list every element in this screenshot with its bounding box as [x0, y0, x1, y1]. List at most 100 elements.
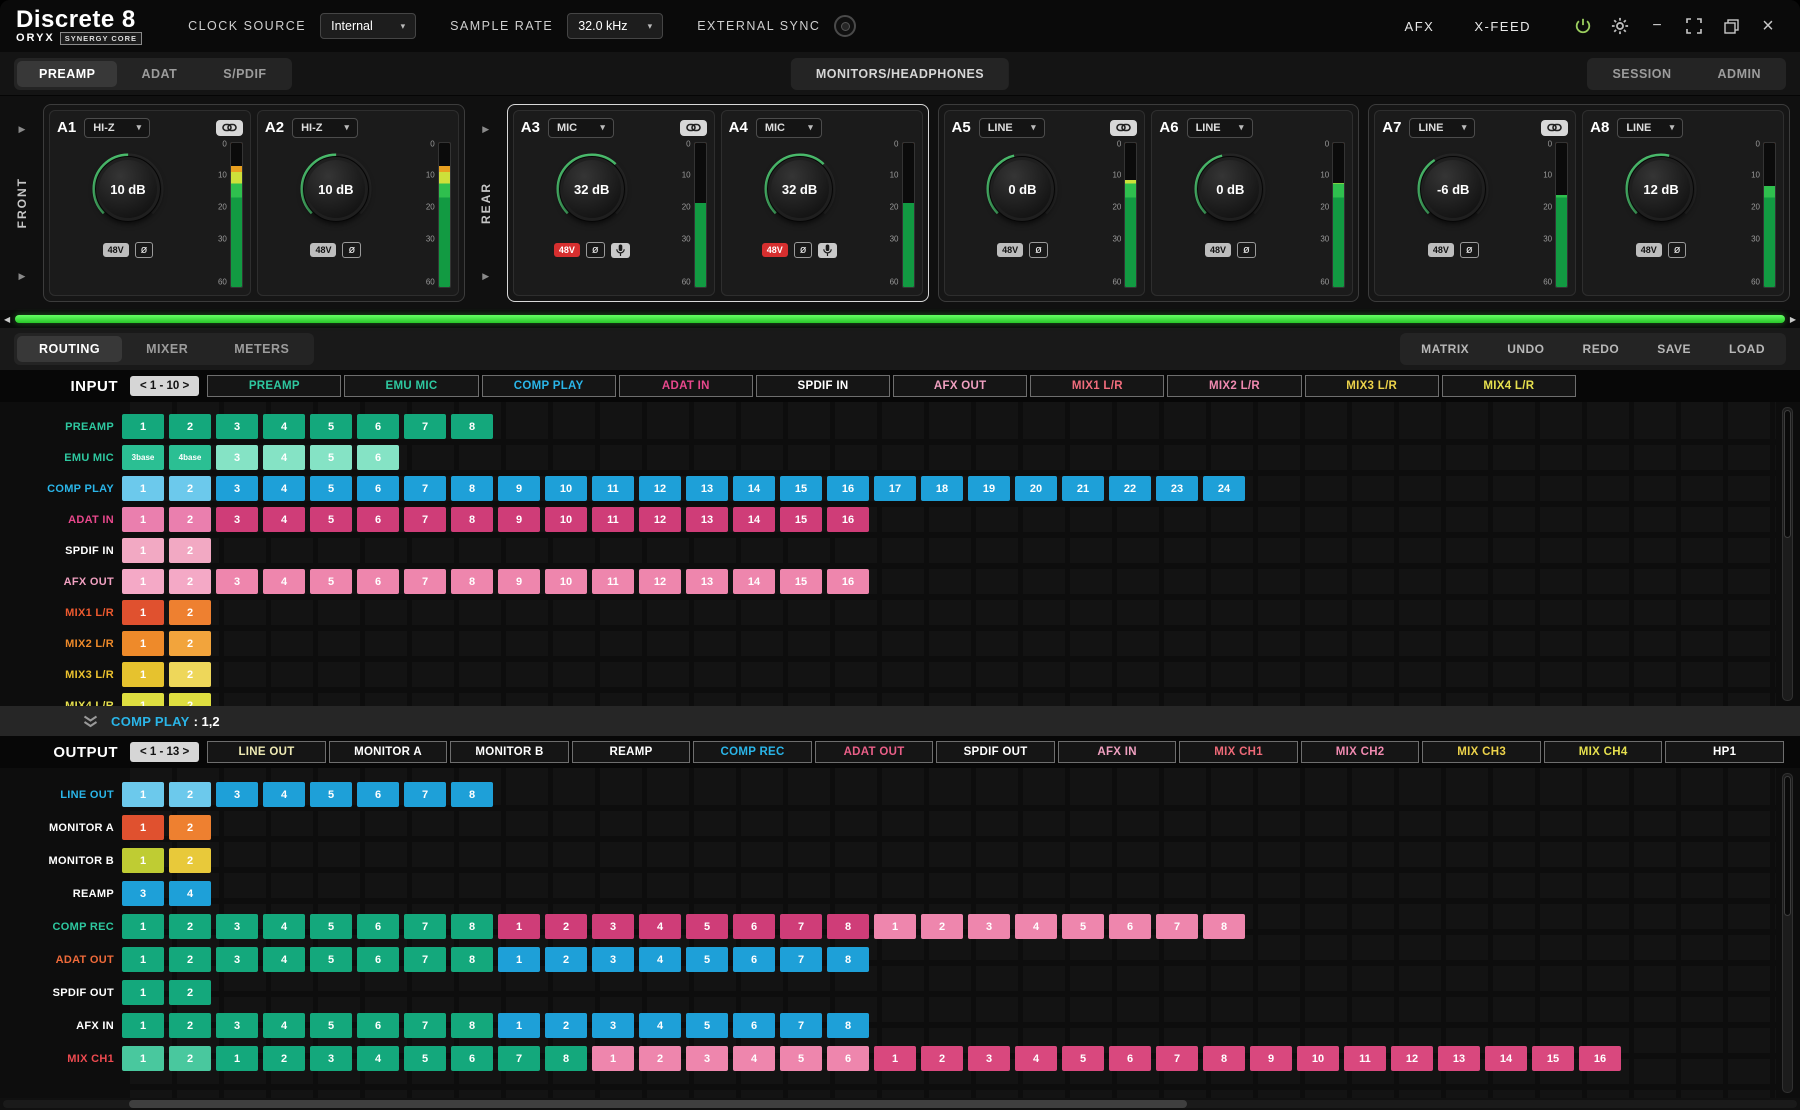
- view-tab-routing[interactable]: ROUTING: [17, 336, 122, 362]
- matrix-cell[interactable]: 15: [780, 476, 822, 501]
- matrix-cell[interactable]: 3: [216, 1013, 258, 1038]
- matrix-cell[interactable]: 16: [1579, 1046, 1621, 1071]
- matrix-cell[interactable]: 4: [733, 1046, 775, 1071]
- matrix-cell[interactable]: 5: [310, 1013, 352, 1038]
- matrix-cell[interactable]: 14: [733, 476, 775, 501]
- phase-invert-button[interactable]: ø: [586, 242, 605, 258]
- matrix-cell[interactable]: 9: [498, 507, 540, 532]
- matrix-cell[interactable]: 3: [216, 507, 258, 532]
- matrix-cell[interactable]: 12: [639, 569, 681, 594]
- gain-knob[interactable]: 12 dB: [1615, 143, 1707, 235]
- phantom-48v-button[interactable]: 48V: [554, 243, 580, 257]
- matrix-cell[interactable]: 1: [122, 662, 164, 687]
- matrix-cell[interactable]: 3: [216, 914, 258, 939]
- matrix-cell[interactable]: 9: [1250, 1046, 1292, 1071]
- matrix-cell[interactable]: 9: [498, 569, 540, 594]
- matrix-cell[interactable]: 16: [827, 507, 869, 532]
- matrix-cell[interactable]: 8: [545, 1046, 587, 1071]
- matrix-cell[interactable]: 16: [827, 476, 869, 501]
- matrix-cell[interactable]: 6: [357, 507, 399, 532]
- matrix-cell[interactable]: 6: [827, 1046, 869, 1071]
- matrix-cell[interactable]: 8: [1203, 1046, 1245, 1071]
- matrix-cell[interactable]: 7: [780, 914, 822, 939]
- matrix-cell[interactable]: 1: [122, 569, 164, 594]
- matrix-cell[interactable]: 13: [686, 569, 728, 594]
- matrix-cell[interactable]: 2: [263, 1046, 305, 1071]
- tab-s-pdif[interactable]: S/PDIF: [201, 61, 288, 87]
- matrix-cell[interactable]: 1: [122, 476, 164, 501]
- matrix-cell[interactable]: 1: [874, 1046, 916, 1071]
- matrix-cell[interactable]: 20: [1015, 476, 1057, 501]
- matrix-cell[interactable]: 4: [263, 947, 305, 972]
- matrix-cell[interactable]: 7: [404, 947, 446, 972]
- output-tab-mix-ch2[interactable]: MIX CH2: [1301, 741, 1420, 763]
- input-tab-spdif-in[interactable]: SPDIF IN: [756, 375, 890, 397]
- matrix-cell[interactable]: 3: [216, 947, 258, 972]
- matrix-cell[interactable]: 14: [733, 507, 775, 532]
- matrix-cell[interactable]: 1: [592, 1046, 634, 1071]
- matrix-cell[interactable]: 2: [545, 1013, 587, 1038]
- matrix-cell[interactable]: 2: [169, 414, 211, 439]
- phantom-48v-button[interactable]: 48V: [762, 243, 788, 257]
- power-button[interactable]: [1573, 16, 1593, 36]
- matrix-cell[interactable]: 19: [968, 476, 1010, 501]
- matrix-cell[interactable]: 8: [451, 947, 493, 972]
- matrix-cell[interactable]: 1: [122, 980, 164, 1005]
- input-mode-select[interactable]: LINE ▾: [1617, 118, 1683, 138]
- matrix-cell[interactable]: 15: [780, 569, 822, 594]
- matrix-cell[interactable]: 13: [1438, 1046, 1480, 1071]
- matrix-cell[interactable]: 6: [357, 476, 399, 501]
- matrix-cell[interactable]: 2: [169, 538, 211, 563]
- matrix-cell[interactable]: 3: [216, 782, 258, 807]
- input-tab-mix1-l-r[interactable]: MIX1 L/R: [1030, 375, 1164, 397]
- matrix-cell[interactable]: 2: [169, 693, 211, 706]
- matrix-cell[interactable]: 17: [874, 476, 916, 501]
- output-tab-monitor-a[interactable]: MONITOR A: [329, 741, 448, 763]
- input-tab-preamp[interactable]: PREAMP: [207, 375, 341, 397]
- matrix-cell[interactable]: 6: [733, 1013, 775, 1038]
- input-tab-emu-mic[interactable]: EMU MIC: [344, 375, 478, 397]
- view-tab-meters[interactable]: METERS: [212, 336, 311, 362]
- matrix-cell[interactable]: 3: [968, 914, 1010, 939]
- matrix-cell[interactable]: 2: [169, 569, 211, 594]
- output-tab-afx-in[interactable]: AFX IN: [1058, 741, 1177, 763]
- matrix-cell[interactable]: 2: [169, 914, 211, 939]
- matrix-cell[interactable]: 23: [1156, 476, 1198, 501]
- restore-button[interactable]: [1721, 16, 1741, 36]
- matrix-cell[interactable]: 4: [263, 782, 305, 807]
- xfeed-button[interactable]: X-FEED: [1474, 19, 1531, 34]
- matrix-cell[interactable]: 14: [733, 569, 775, 594]
- phase-invert-button[interactable]: ø: [135, 242, 154, 258]
- matrix-cell[interactable]: 5: [404, 1046, 446, 1071]
- matrix-cell[interactable]: 15: [780, 507, 822, 532]
- matrix-cell[interactable]: 15: [1532, 1046, 1574, 1071]
- matrix-cell[interactable]: 7: [1156, 914, 1198, 939]
- input-mode-select[interactable]: LINE ▾: [1187, 118, 1253, 138]
- gain-knob[interactable]: -6 dB: [1407, 143, 1499, 235]
- load-button[interactable]: LOAD: [1711, 336, 1783, 362]
- tab-monitors-headphones[interactable]: MONITORS/HEADPHONES: [794, 61, 1006, 87]
- output-vertical-scrollbar[interactable]: [1782, 773, 1793, 1093]
- matrix-cell[interactable]: 4base: [169, 445, 211, 470]
- input-pager[interactable]: < 1 - 10 >: [130, 376, 199, 396]
- mic-button[interactable]: [818, 243, 837, 258]
- tab-preamp[interactable]: PREAMP: [17, 61, 117, 87]
- matrix-cell[interactable]: 3: [216, 414, 258, 439]
- matrix-cell[interactable]: 5: [686, 914, 728, 939]
- matrix-cell[interactable]: 5: [310, 914, 352, 939]
- matrix-cell[interactable]: 1: [498, 1013, 540, 1038]
- matrix-cell[interactable]: 7: [1156, 1046, 1198, 1071]
- matrix-cell[interactable]: 2: [169, 947, 211, 972]
- matrix-cell[interactable]: 4: [263, 914, 305, 939]
- sample-rate-select[interactable]: 32.0 kHz ▾: [567, 13, 663, 39]
- matrix-cell[interactable]: 12: [1391, 1046, 1433, 1071]
- matrix-cell[interactable]: 5: [310, 445, 352, 470]
- input-mode-select[interactable]: MIC ▾: [756, 118, 822, 138]
- matrix-cell[interactable]: 5: [780, 1046, 822, 1071]
- matrix-cell[interactable]: 7: [404, 414, 446, 439]
- matrix-cell[interactable]: 1: [122, 947, 164, 972]
- matrix-cell[interactable]: 2: [169, 662, 211, 687]
- preamp-scroll-track[interactable]: [15, 315, 1785, 323]
- matrix-cell[interactable]: 22: [1109, 476, 1151, 501]
- input-tab-comp-play[interactable]: COMP PLAY: [482, 375, 616, 397]
